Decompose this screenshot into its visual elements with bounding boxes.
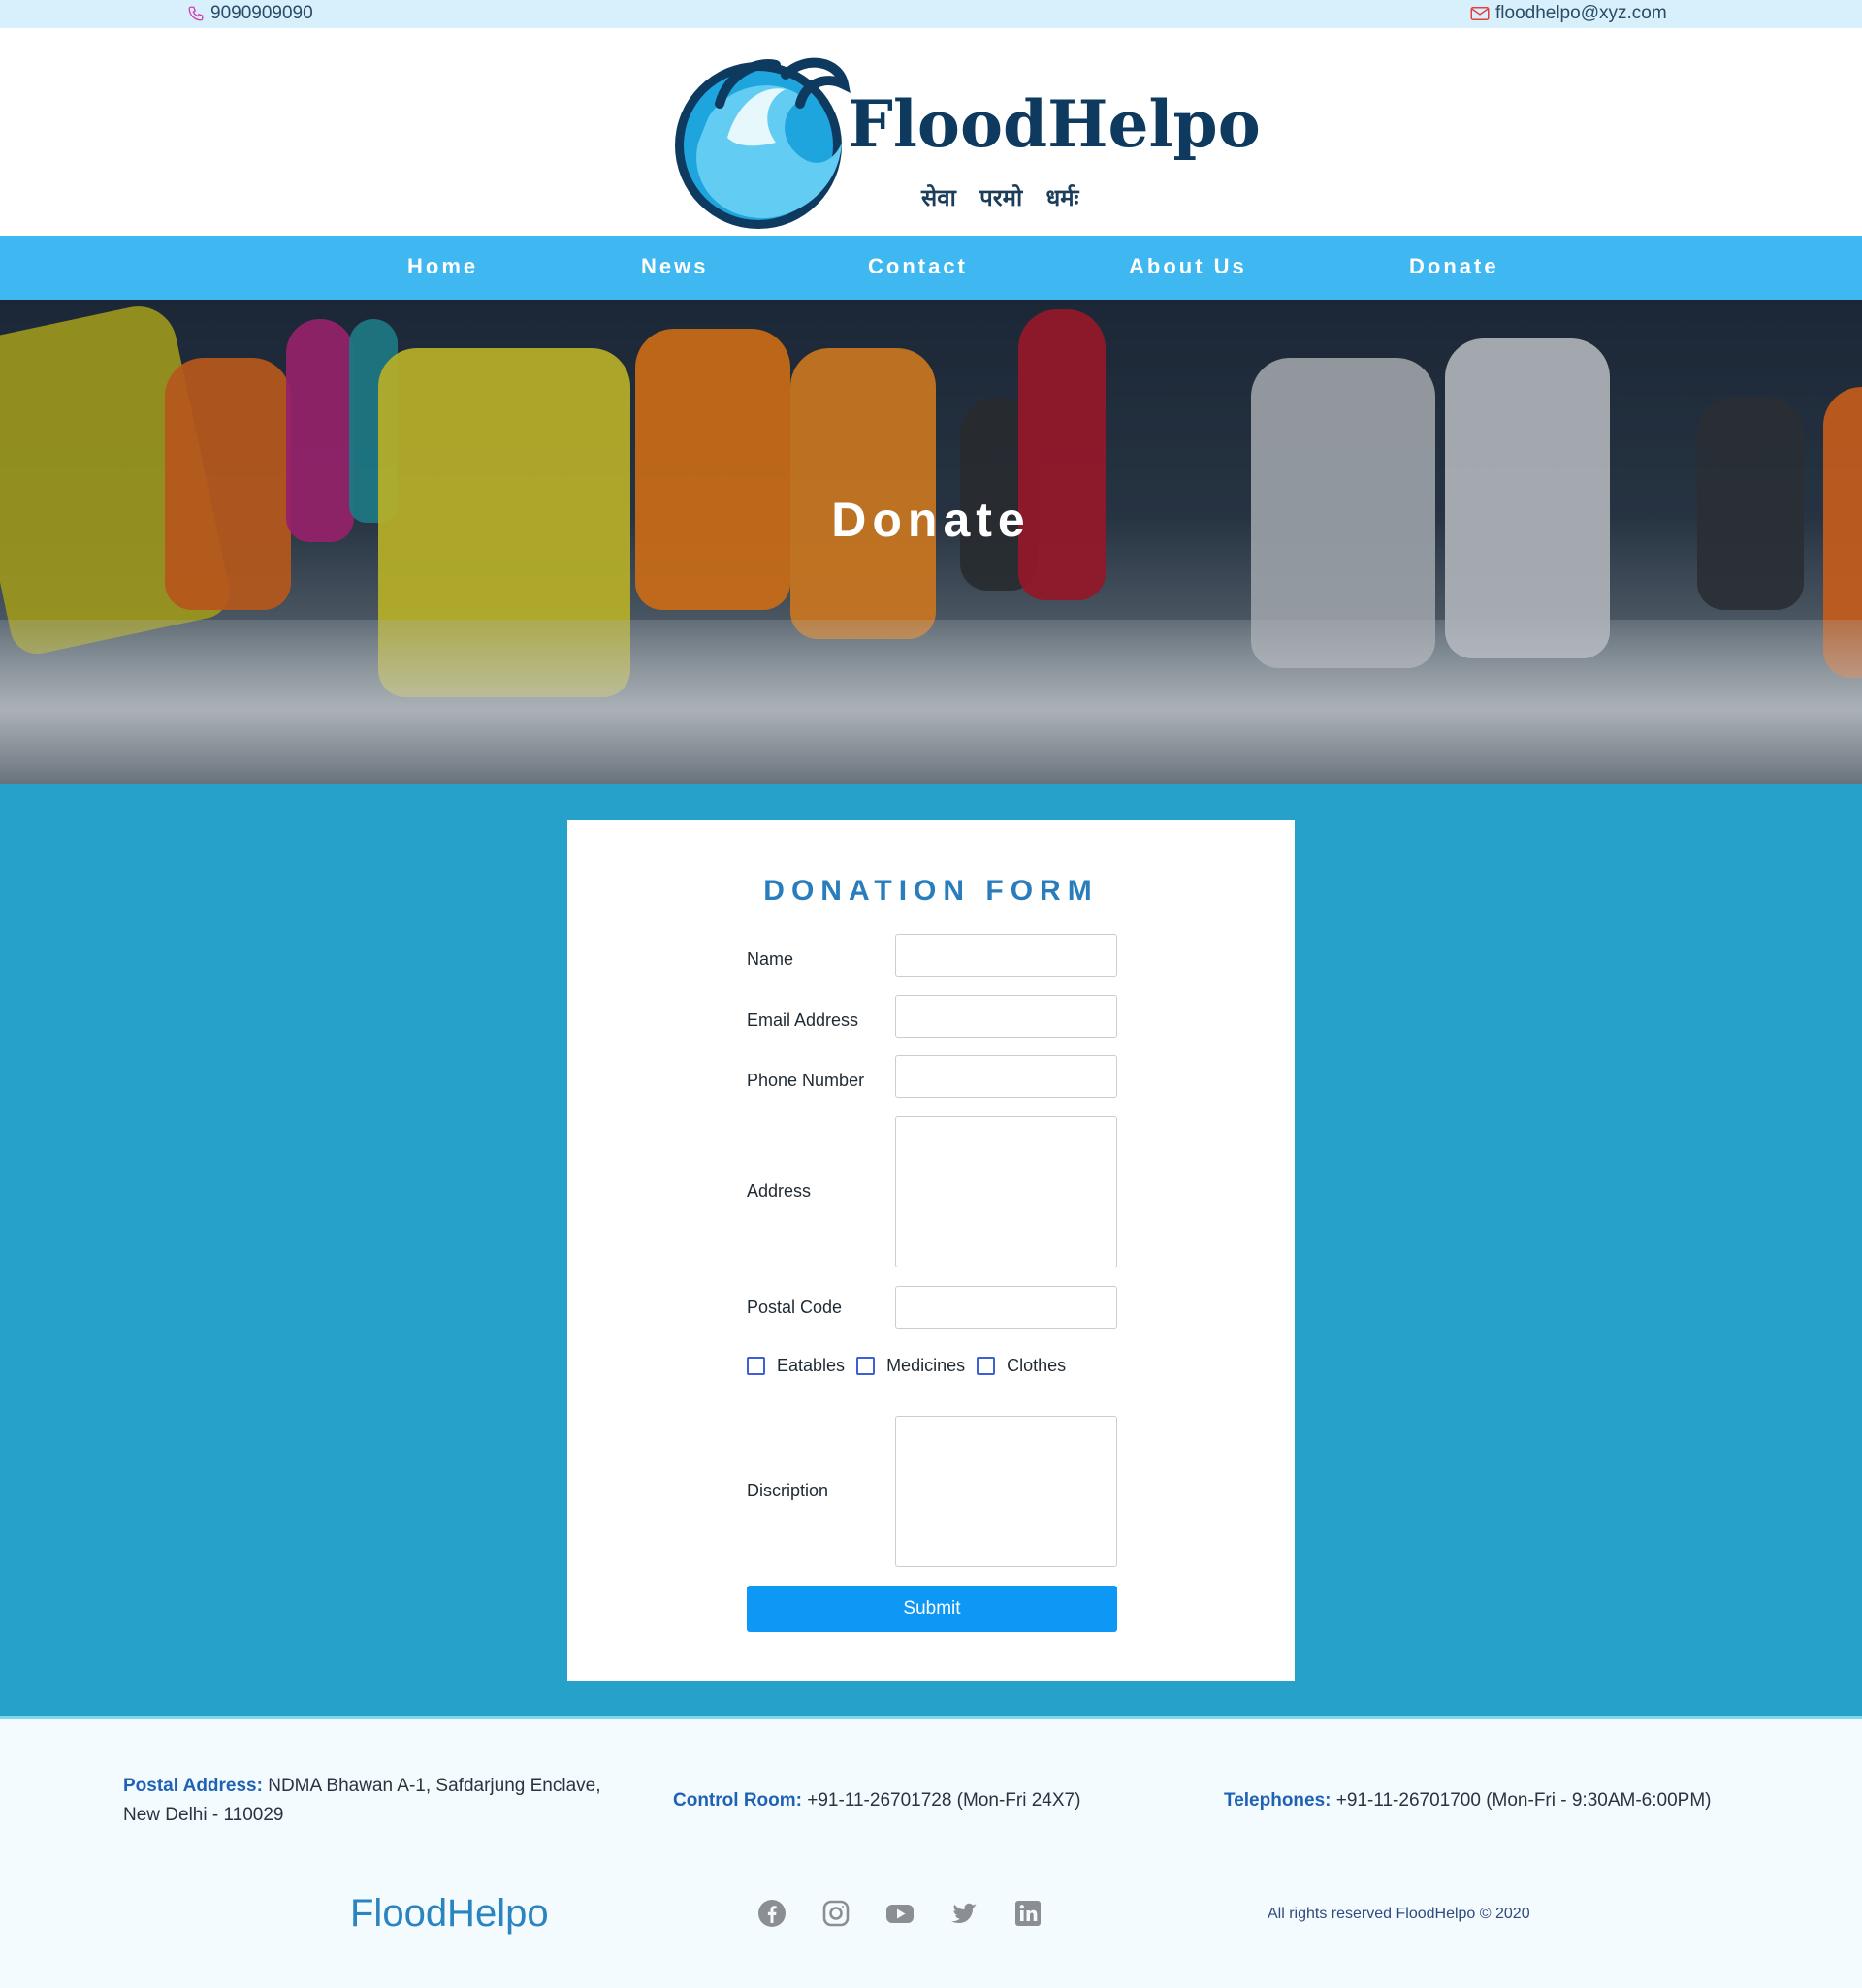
control-room-value: +91-11-26701728 (Mon-Fri 24X7): [807, 1790, 1081, 1811]
footer-brand[interactable]: FloodHelpo: [350, 1892, 549, 1936]
logo-tagline: सेवा परमो धर्मः: [921, 184, 1079, 211]
copyright: All rights reserved FloodHelpo © 2020: [1268, 1906, 1530, 1922]
facebook-icon[interactable]: [756, 1898, 787, 1929]
form-title: DONATION FORM: [763, 875, 1099, 907]
description-textarea[interactable]: [895, 1416, 1117, 1567]
submit-button[interactable]: Submit: [747, 1586, 1117, 1632]
control-room-label: Control Room:: [673, 1790, 802, 1811]
email-address: floodhelpo@xyz.com: [1495, 3, 1667, 23]
phone-contact[interactable]: 9090909090: [187, 3, 313, 24]
postal-address-value: NDMA Bhawan A-1, Safdarjung Enclave,: [268, 1776, 601, 1796]
site-footer: Postal Address: NDMA Bhawan A-1, Safdarj…: [0, 1716, 1862, 1988]
nav-contact[interactable]: Contact: [868, 254, 968, 279]
phone-label: Phone Number: [747, 1071, 865, 1090]
youtube-icon[interactable]: [884, 1898, 915, 1929]
phone-icon: [188, 6, 204, 21]
email-contact[interactable]: floodhelpo@xyz.com: [1470, 3, 1667, 24]
postal-address: Postal Address: NDMA Bhawan A-1, Safdarj…: [123, 1772, 637, 1830]
telephones-label: Telephones:: [1224, 1790, 1332, 1811]
eatables-label: Eatables: [777, 1356, 846, 1375]
postal-code-input[interactable]: [895, 1286, 1117, 1329]
address-label: Address: [747, 1181, 812, 1201]
mail-icon: [1470, 6, 1490, 20]
logo-wordmark: FloodHelpo: [848, 86, 1261, 162]
phone-number: 9090909090: [210, 3, 313, 23]
site-logo[interactable]: FloodHelpo सेवा परमो धर्मः: [669, 46, 1261, 230]
nav-about-us[interactable]: About Us: [1129, 254, 1247, 279]
postal-address-label: Postal Address:: [123, 1776, 263, 1796]
clothes-checkbox[interactable]: [977, 1357, 996, 1375]
site-header: FloodHelpo सेवा परमो धर्मः: [0, 28, 1862, 236]
telephones: Telephones: +91-11-26701700 (Mon-Fri - 9…: [1224, 1786, 1711, 1815]
donation-type-checkboxes: Eatables Medicines Clothes: [747, 1356, 1077, 1376]
nav-news[interactable]: News: [641, 254, 708, 279]
control-room: Control Room: +91-11-26701728 (Mon-Fri 2…: [673, 1786, 1080, 1815]
postal-code-label: Postal Code: [747, 1298, 843, 1317]
email-label: Email Address: [747, 1010, 859, 1030]
address-textarea[interactable]: [895, 1116, 1117, 1267]
donation-section: DONATION FORM Name Email Address Phone N…: [0, 784, 1862, 1716]
medicines-checkbox[interactable]: [856, 1357, 876, 1375]
phone-input[interactable]: [895, 1055, 1117, 1098]
hero-banner: Donate: [0, 300, 1862, 784]
name-input[interactable]: [895, 934, 1117, 977]
linkedin-icon[interactable]: [1012, 1898, 1043, 1929]
clothes-label: Clothes: [1007, 1356, 1067, 1375]
postal-address-value-2: New Delhi - 110029: [123, 1805, 284, 1825]
instagram-icon[interactable]: [820, 1898, 851, 1929]
wave-logo-icon: [675, 57, 851, 229]
email-input[interactable]: [895, 995, 1117, 1038]
eatables-checkbox[interactable]: [747, 1357, 765, 1375]
top-contact-bar: 9090909090 floodhelpo@xyz.com: [0, 0, 1862, 28]
telephones-value: +91-11-26701700 (Mon-Fri - 9:30AM-6:00PM…: [1335, 1790, 1712, 1811]
hero-title: Donate: [831, 493, 1031, 547]
main-nav: Home News Contact About Us Donate: [0, 236, 1862, 300]
description-label: Discription: [747, 1481, 829, 1500]
donation-form-card: DONATION FORM Name Email Address Phone N…: [567, 820, 1295, 1681]
nav-home[interactable]: Home: [407, 254, 478, 279]
medicines-label: Medicines: [886, 1356, 966, 1375]
twitter-icon[interactable]: [948, 1898, 979, 1929]
name-label: Name: [747, 949, 794, 969]
social-links: [756, 1898, 1043, 1929]
nav-donate[interactable]: Donate: [1409, 254, 1499, 279]
